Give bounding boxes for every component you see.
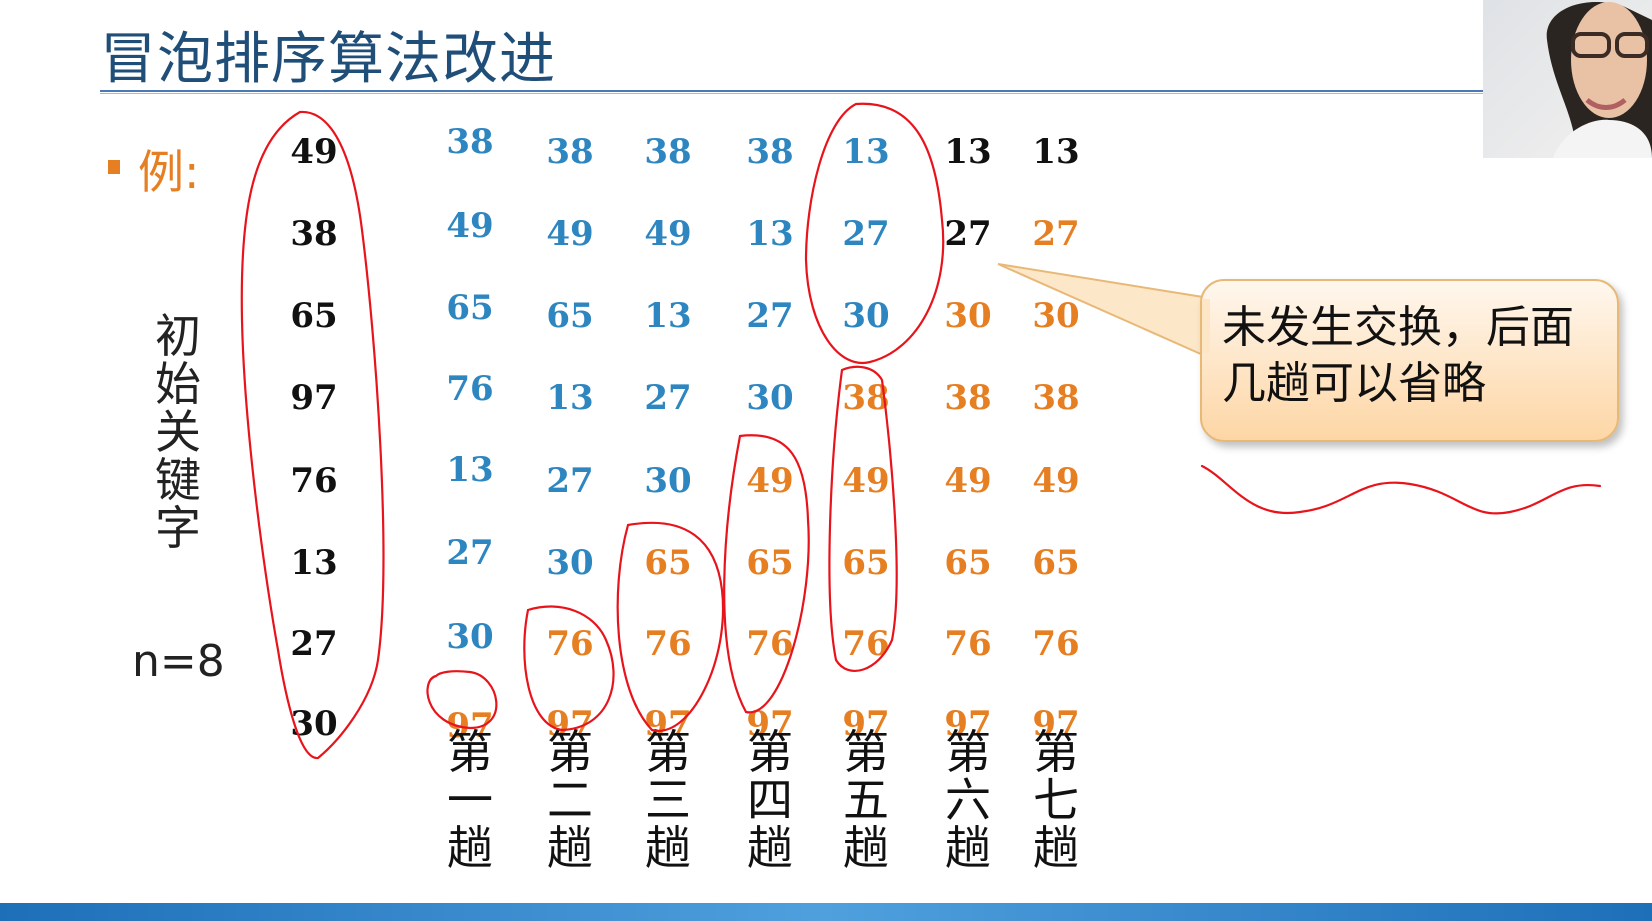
presenter-face-icon — [1546, 1, 1652, 158]
bottom-status-bar — [0, 903, 1652, 921]
slide: 冒泡排序算法改进 例: 初始关键字 n=8 49 38 65 97 76 13 27 30 38… — [0, 0, 1652, 921]
circle-pass5-tail — [828, 365, 898, 672]
red-annotations — [240, 102, 1602, 760]
circle-pass1-97 — [426, 670, 498, 730]
circle-pass5-top — [804, 102, 945, 365]
presenter-webcam-thumbnail — [1483, 0, 1652, 158]
circle-pass4-tail — [723, 434, 810, 714]
circle-pass2-tail — [523, 605, 615, 732]
wavy-underline — [1200, 464, 1602, 515]
circle-pass3-tail — [616, 521, 725, 732]
circle-initial-column — [240, 110, 385, 760]
